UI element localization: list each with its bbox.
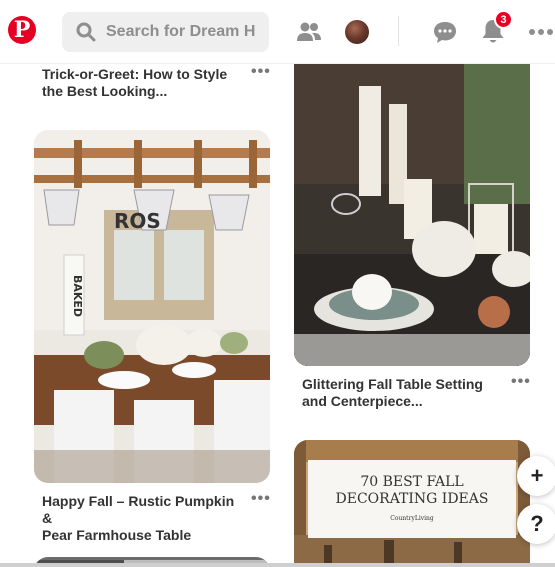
banner-line: DECORATING IDEAS <box>335 491 489 507</box>
horizontal-scrollbar[interactable] <box>0 563 555 567</box>
pin-title-line: and Centerpiece... <box>302 393 423 409</box>
pin-image-fall-decorating-ideas[interactable]: 70 BEST FALL DECORATING IDEAS CountryLiv… <box>294 440 530 567</box>
header-divider <box>398 16 399 46</box>
notification-badge: 3 <box>494 10 513 29</box>
more-options-icon[interactable] <box>527 18 555 46</box>
pin-title-line: Happy Fall – Rustic Pumpkin & <box>42 493 235 526</box>
sign-text-vertical: BAKED <box>71 275 84 317</box>
pin-more-button[interactable]: ••• <box>251 64 271 80</box>
pin-title-line: the Best Looking... <box>42 83 168 99</box>
search-input[interactable] <box>106 23 256 41</box>
search-bar[interactable] <box>62 12 269 52</box>
help-button[interactable]: ? <box>517 504 555 544</box>
pin-title[interactable]: Trick-or-Greet: How to Style the Best Lo… <box>42 66 242 100</box>
banner-line: 70 BEST FALL <box>360 474 464 490</box>
pin-title[interactable]: Glittering Fall Table Setting and Center… <box>302 376 502 410</box>
pin-title[interactable]: Happy Fall – Rustic Pumpkin & Pear Farmh… <box>42 493 242 544</box>
top-header: P 3 <box>0 0 555 64</box>
messages-icon[interactable] <box>431 18 459 46</box>
pin-image-glittering-table[interactable] <box>294 64 530 366</box>
people-icon[interactable] <box>295 18 323 46</box>
pin-title-line: Glittering Fall Table Setting <box>302 376 483 392</box>
pin-title-line: Pear Farmhouse Table <box>42 527 192 543</box>
pin-more-button[interactable]: ••• <box>511 374 531 390</box>
user-avatar[interactable] <box>345 20 369 44</box>
pin-more-button[interactable]: ••• <box>251 491 271 507</box>
add-pin-button[interactable]: + <box>517 456 555 496</box>
search-icon <box>76 22 96 42</box>
pin-title-line: Trick-or-Greet: How to Style <box>42 66 228 82</box>
sign-text: ROS <box>114 209 161 233</box>
banner-brand: CountryLiving <box>390 515 434 522</box>
banner-text: 70 BEST FALL DECORATING IDEAS CountryLiv… <box>308 474 516 527</box>
pinterest-logo-icon[interactable]: P <box>8 16 36 44</box>
pin-image-farmhouse-table[interactable]: ROS BAKED <box>34 130 270 483</box>
